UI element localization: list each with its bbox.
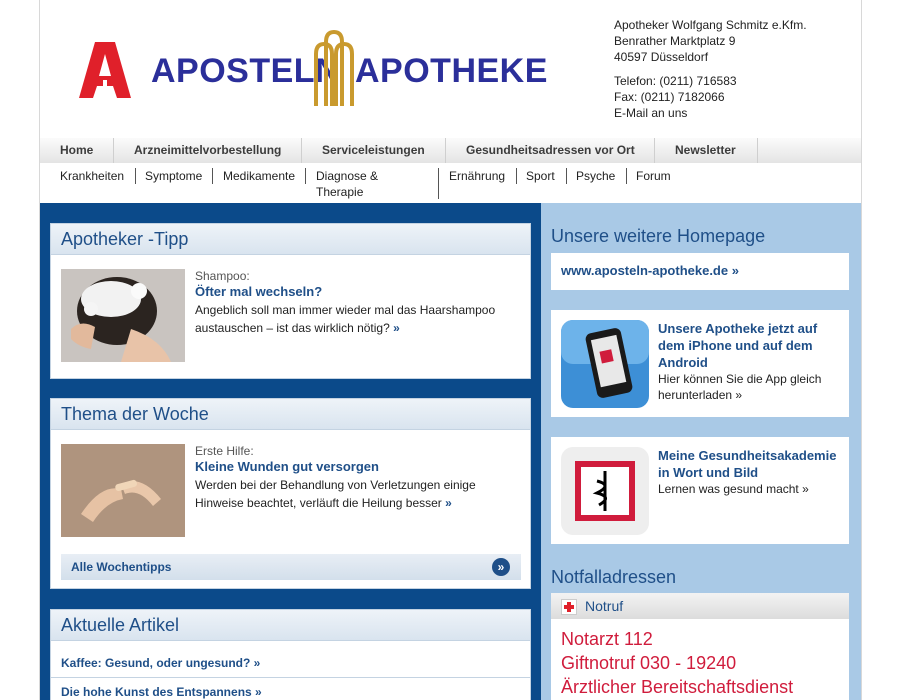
contact-fax: Fax: (0211) 7182066 bbox=[614, 90, 725, 104]
thema-box: Thema der Woche Erste Hilfe: Kleine Wund… bbox=[50, 398, 531, 589]
notfall-entry: Ärztlicher Bereitschaftsdienst bbox=[561, 677, 794, 697]
wound-care-photo[interactable] bbox=[61, 444, 185, 537]
site-logo[interactable]: APOSTELN APOTHEKE bbox=[77, 28, 547, 110]
app-title-line3: Android bbox=[658, 355, 708, 370]
tipp-more-link[interactable]: » bbox=[393, 321, 400, 335]
thema-teaser: Erste Hilfe: Kleine Wunden gut versorgen… bbox=[195, 444, 515, 512]
notfall-entry: Notarzt 112 bbox=[561, 629, 653, 649]
contact-street: Benrather Marktplatz 9 bbox=[614, 34, 736, 48]
app-desc-line1: Hier können Sie die App gleich bbox=[658, 372, 822, 386]
nav-gesundheitsadressen[interactable]: Gesundheitsadressen vor Ort bbox=[446, 138, 655, 163]
subnav-ernaehrung[interactable]: Ernährung bbox=[449, 168, 505, 184]
tipp-heading: Apotheker -Tipp bbox=[51, 224, 530, 255]
akademie-box[interactable]: Meine Gesundheitsakademie in Wort und Bi… bbox=[551, 437, 849, 544]
contact-email-link[interactable]: E-Mail an uns bbox=[614, 105, 807, 121]
subnav-medikamente[interactable]: Medikamente bbox=[223, 168, 295, 184]
nav-serviceleistungen[interactable]: Serviceleistungen bbox=[302, 138, 446, 163]
app-box[interactable]: Unsere Apotheke jetzt auf dem iPhone und… bbox=[551, 310, 849, 417]
app-title-line2: dem iPhone und auf dem bbox=[658, 338, 813, 353]
homepage-box: www.aposteln-apotheke.de » bbox=[551, 253, 849, 290]
subnav-symptome[interactable]: Symptome bbox=[145, 168, 202, 184]
akademie-desc: Lernen was gesund macht » bbox=[658, 482, 809, 496]
notfall-tab[interactable]: Notruf bbox=[551, 593, 849, 619]
thema-desc: Werden bei der Behandlung von Verletzung… bbox=[195, 476, 515, 512]
contact-name: Apotheker Wolfgang Schmitz e.Kfm. bbox=[614, 18, 807, 32]
contact-phone: Telefon: (0211) 716583 bbox=[614, 74, 737, 88]
app-desc-line2: herunterladen » bbox=[658, 388, 743, 402]
sub-nav: Krankheiten Symptome Medikamente Diagnos… bbox=[40, 163, 861, 203]
akademie-text: Meine Gesundheitsakademie in Wort und Bi… bbox=[658, 447, 843, 497]
all-weekly-tips-label: Alle Wochentipps bbox=[71, 560, 172, 574]
red-cross-icon bbox=[561, 599, 577, 615]
thema-more-link[interactable]: » bbox=[445, 496, 452, 510]
tipp-desc-line2: austauschen – ist das wirklich nötig? bbox=[195, 321, 390, 335]
subnav-divider bbox=[305, 168, 306, 184]
subnav-krankheiten[interactable]: Krankheiten bbox=[60, 168, 124, 184]
subnav-diagnose-therapie[interactable]: Diagnose & Therapie bbox=[316, 168, 378, 200]
thema-title-link[interactable]: Kleine Wunden gut versorgen bbox=[195, 459, 515, 474]
artikel-heading: Aktuelle Artikel bbox=[51, 610, 530, 641]
akademie-title-line2: in Wort und Bild bbox=[658, 465, 759, 480]
shampoo-photo[interactable] bbox=[61, 269, 185, 362]
nav-newsletter[interactable]: Newsletter bbox=[655, 138, 758, 163]
content-area: Apotheker -Tipp Shampoo: Öfter mal wechs… bbox=[40, 203, 861, 700]
subnav-divider bbox=[135, 168, 136, 184]
tipp-teaser: Shampoo: Öfter mal wechseln? Angeblich s… bbox=[195, 269, 515, 337]
article-link[interactable]: Kaffee: Gesund, oder ungesund? » bbox=[61, 656, 260, 670]
subnav-divider bbox=[566, 168, 567, 184]
app-desc: Hier können Sie die App gleich herunterl… bbox=[658, 371, 843, 403]
subnav-divider bbox=[516, 168, 517, 184]
arrow-circle-icon: » bbox=[492, 558, 510, 576]
nav-home[interactable]: Home bbox=[40, 138, 114, 163]
smartphone-app-icon bbox=[561, 320, 649, 408]
app-text: Unsere Apotheke jetzt auf dem iPhone und… bbox=[658, 320, 843, 403]
right-column: Unsere weitere Homepage www.aposteln-apo… bbox=[541, 203, 861, 700]
subnav-sport[interactable]: Sport bbox=[526, 168, 555, 184]
homepage-link[interactable]: www.aposteln-apotheke.de » bbox=[561, 263, 739, 278]
homepage-heading: Unsere weitere Homepage bbox=[551, 226, 766, 246]
contact-block: Apotheker Wolfgang Schmitz e.Kfm. Benrat… bbox=[614, 17, 807, 121]
notfall-tab-label: Notruf bbox=[585, 598, 624, 614]
thema-desc-line1: Werden bei der Behandlung von Verletzung… bbox=[195, 478, 476, 492]
health-academy-icon bbox=[561, 447, 649, 535]
notfall-heading: Notfalladressen bbox=[551, 567, 677, 587]
subnav-diagnose-line2: Therapie bbox=[316, 185, 364, 199]
app-title-line1: Unsere Apotheke jetzt auf bbox=[658, 321, 818, 336]
contact-city: 40597 Düsseldorf bbox=[614, 50, 709, 64]
subnav-divider bbox=[438, 168, 439, 199]
subnav-forum[interactable]: Forum bbox=[636, 168, 671, 184]
tipp-title-link[interactable]: Öfter mal wechseln? bbox=[195, 284, 515, 299]
subnav-psyche[interactable]: Psyche bbox=[576, 168, 615, 184]
all-weekly-tips-link[interactable]: Alle Wochentipps » bbox=[61, 554, 521, 580]
akademie-title-line1: Meine Gesundheitsakademie bbox=[658, 448, 837, 463]
artikel-box: Aktuelle Artikel Kaffee: Gesund, oder un… bbox=[50, 609, 531, 700]
notfall-entry: Giftnotruf 030 - 19240 bbox=[561, 653, 737, 673]
app-title-link[interactable]: Unsere Apotheke jetzt auf dem iPhone und… bbox=[658, 320, 843, 371]
article-link[interactable]: Die hohe Kunst des Entspannens » bbox=[61, 685, 262, 699]
subnav-divider bbox=[212, 168, 213, 184]
page-container: APOSTELN APOTHEKE Apotheker Wolfgang Sch… bbox=[39, 0, 862, 700]
tipp-kicker: Shampoo: bbox=[195, 269, 250, 283]
notfall-list: Notarzt 112 Giftnotruf 030 - 19240 Ärztl… bbox=[551, 619, 849, 700]
thema-heading: Thema der Woche bbox=[51, 399, 530, 430]
main-nav: Home Arzneimittelvorbestellung Servicele… bbox=[40, 138, 861, 164]
akademie-title-link[interactable]: Meine Gesundheitsakademie in Wort und Bi… bbox=[658, 447, 843, 481]
tipp-desc-line1: Angeblich soll man immer wieder mal das … bbox=[195, 303, 496, 317]
nav-arzneimittelvorbestellung[interactable]: Arzneimittelvorbestellung bbox=[114, 138, 302, 163]
apotheke-a-logo-icon bbox=[79, 42, 131, 98]
logo-text-apotheke: APOTHEKE bbox=[355, 52, 548, 90]
left-column: Apotheker -Tipp Shampoo: Öfter mal wechs… bbox=[40, 203, 541, 700]
thema-kicker: Erste Hilfe: bbox=[195, 444, 254, 458]
subnav-diagnose-line1: Diagnose & bbox=[316, 169, 379, 183]
subnav-divider bbox=[626, 168, 627, 184]
tipp-desc: Angeblich soll man immer wieder mal das … bbox=[195, 301, 515, 337]
thema-desc-line2: Hinweise beachtet, verläuft die Heilung … bbox=[195, 496, 442, 510]
article-divider bbox=[51, 677, 530, 678]
church-towers-icon bbox=[314, 29, 354, 106]
tipp-box: Apotheker -Tipp Shampoo: Öfter mal wechs… bbox=[50, 223, 531, 379]
